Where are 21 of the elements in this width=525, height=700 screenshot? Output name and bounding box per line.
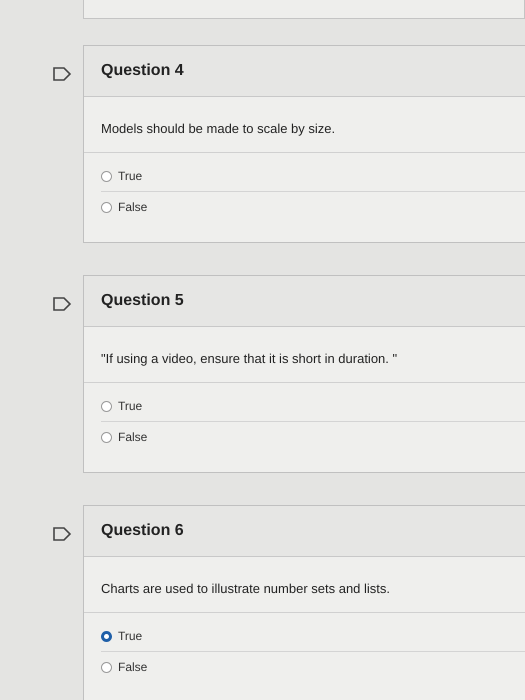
answer-option[interactable]: True: [101, 161, 525, 192]
question-title: Question 4: [84, 46, 525, 97]
question-text: Models should be made to scale by size.: [84, 97, 525, 153]
radio-button[interactable]: [101, 432, 112, 442]
flag-icon[interactable]: [52, 527, 72, 541]
flag-icon[interactable]: [52, 297, 72, 311]
radio-button[interactable]: [101, 630, 112, 642]
answer-option[interactable]: False: [101, 652, 525, 682]
question-text: Charts are used to illustrate number sets and lists.: [84, 557, 525, 613]
answer-option[interactable]: True: [101, 391, 525, 422]
question-text: "If using a video, ensure that it is short in duration. ": [84, 327, 525, 383]
question-title: Question 5: [84, 276, 525, 327]
radio-button[interactable]: [101, 170, 112, 182]
answer-option[interactable]: False: [101, 192, 525, 222]
answer-option[interactable]: True: [101, 621, 525, 652]
answer-option[interactable]: False: [101, 422, 525, 452]
question-title: Question 6: [84, 506, 525, 557]
radio-button[interactable]: [101, 662, 112, 672]
flag-icon[interactable]: [52, 67, 72, 81]
radio-button[interactable]: [101, 400, 112, 412]
radio-button[interactable]: [101, 202, 112, 212]
